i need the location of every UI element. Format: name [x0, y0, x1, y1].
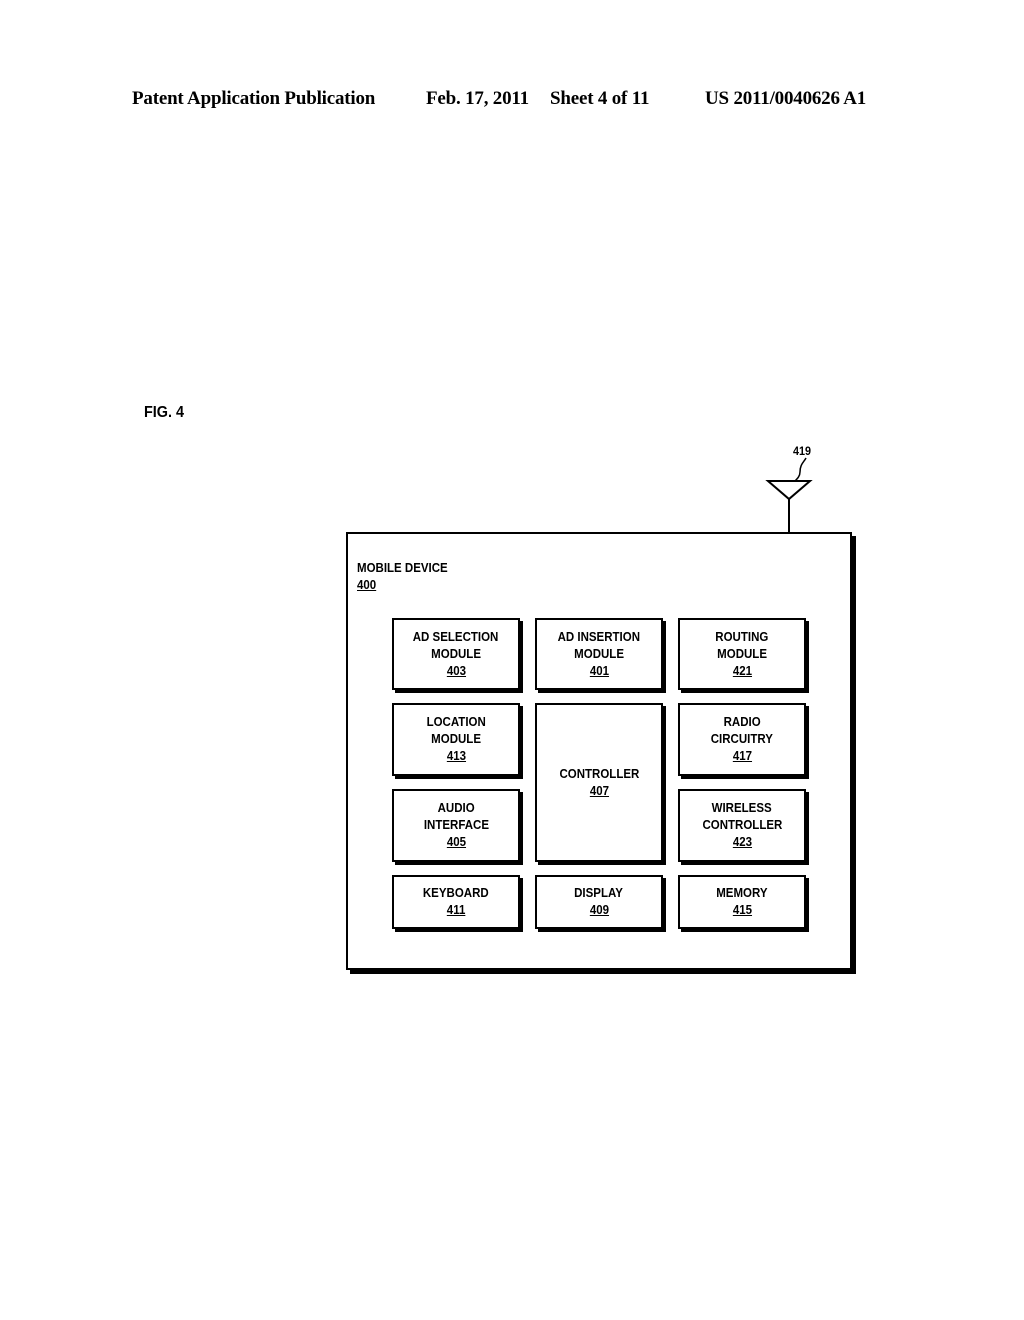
ad-selection-box: AD SELECTION MODULE 403 — [392, 618, 520, 690]
module-label-line: LOCATION — [426, 715, 486, 729]
module-ref: 405 — [446, 835, 466, 849]
module-label-line: MODULE — [431, 732, 481, 746]
module-label-line: MODULE — [431, 646, 481, 661]
sheet-number: Sheet 4 of 11 — [550, 88, 650, 109]
module-label-line: CONTROLLER — [559, 766, 639, 781]
module-ref: 417 — [732, 749, 752, 763]
module-label-line: AD INSERTION — [557, 629, 641, 644]
module-ref: 423 — [732, 835, 752, 849]
figure-label: FIG. 4 — [144, 404, 185, 421]
module-label-line: CIRCUITRY — [710, 732, 774, 746]
module-label-line: ROUTING — [715, 629, 769, 644]
module-label-line: DISPLAY — [574, 886, 624, 900]
location-box: LOCATION MODULE 413 — [392, 703, 520, 776]
module-ref: 407 — [589, 783, 609, 798]
publication-title: Patent Application Publication — [132, 88, 376, 109]
patent-number: US 2011/0040626 A1 — [705, 88, 867, 109]
memory-box: MEMORY 415 — [678, 875, 806, 929]
antenna-icon — [765, 457, 813, 533]
module-label-line: KEYBOARD — [423, 886, 489, 900]
module-label-line: MODULE — [574, 646, 624, 661]
radio-box: RADIO CIRCUITRY 417 — [678, 703, 806, 776]
device-name: MOBILE DEVICE — [357, 561, 448, 575]
keyboard-box: KEYBOARD 411 — [392, 875, 520, 929]
module-ref: 411 — [446, 903, 466, 917]
module-ref: 403 — [446, 663, 466, 678]
module-label-line: AUDIO — [437, 801, 475, 815]
module-label-line: RADIO — [723, 715, 761, 729]
device-ref: 400 — [357, 578, 377, 592]
routing-box: ROUTING MODULE 421 — [678, 618, 806, 690]
audio-box: AUDIO INTERFACE 405 — [392, 789, 520, 862]
module-label-line: WIRELESS — [711, 801, 773, 815]
module-label-line: INTERFACE — [423, 818, 489, 832]
ad-insertion-box: AD INSERTION MODULE 401 — [535, 618, 663, 690]
device-label: MOBILE DEVICE 400 — [357, 560, 448, 594]
module-label-line: MODULE — [717, 646, 767, 661]
antenna-triangle — [765, 480, 813, 501]
module-label-line: AD SELECTION — [413, 629, 499, 644]
display-box: DISPLAY 409 — [535, 875, 663, 929]
module-ref: 415 — [732, 903, 752, 917]
wireless-box: WIRELESS CONTROLLER 423 — [678, 789, 806, 862]
module-label-line: CONTROLLER — [702, 818, 782, 832]
controller-box: CONTROLLER 407 — [535, 703, 663, 862]
module-ref: 409 — [589, 903, 609, 917]
module-ref: 421 — [732, 663, 752, 678]
module-label-line: MEMORY — [716, 886, 768, 900]
module-ref: 413 — [446, 749, 466, 763]
module-ref: 401 — [589, 663, 609, 678]
publication-date: Feb. 17, 2011 — [426, 88, 529, 109]
